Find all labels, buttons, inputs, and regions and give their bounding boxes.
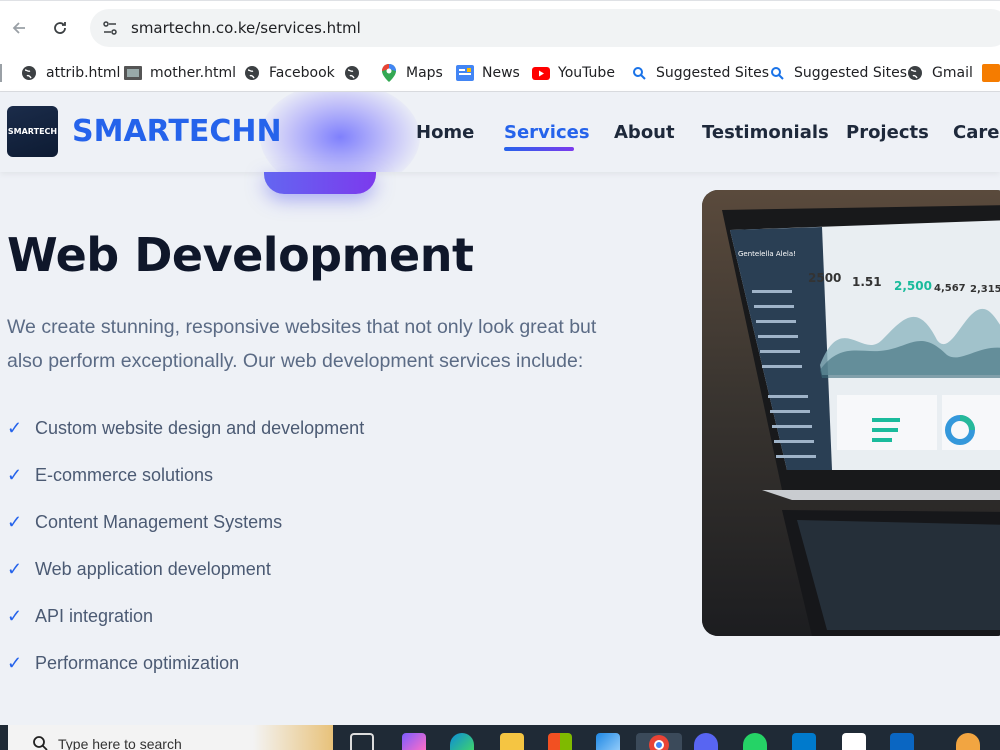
os-taskbar: Type here to search — [0, 725, 1000, 750]
search-icon — [33, 736, 48, 750]
bookmark-suggested-sites-1[interactable]: Suggested Sites — [630, 61, 769, 85]
nav-projects[interactable]: Projects — [846, 122, 929, 143]
bookmark-maps[interactable]: Maps — [380, 61, 443, 85]
bookmark-label: Suggested Sites — [794, 65, 908, 81]
decorative-glow — [260, 92, 420, 172]
bookmark-youtube[interactable]: YouTube — [532, 61, 615, 85]
checkmark-icon: ✓ — [7, 464, 23, 485]
copilot-icon[interactable] — [402, 733, 426, 750]
browser-toolbar: smartechn.co.ke/services.html — [0, 0, 1000, 54]
feature-item: ✓ Performance optimization — [7, 649, 239, 677]
vscode-icon[interactable] — [792, 733, 816, 750]
stat-value: 2500 — [808, 271, 841, 285]
bookmark-label: Suggested Sites — [656, 65, 770, 81]
file-explorer-icon[interactable] — [500, 733, 524, 750]
microsoft-store-icon[interactable] — [548, 733, 572, 750]
stat-value: 4,567 — [934, 283, 966, 294]
bookmark-label: Gmail — [932, 65, 973, 81]
bookmark-suggested-sites-2[interactable]: Suggested Sites — [768, 61, 907, 85]
checkmark-icon: ✓ — [7, 558, 23, 579]
task-view-icon[interactable] — [350, 733, 374, 750]
feature-text: API integration — [35, 605, 154, 626]
bookmarks-divider — [0, 64, 2, 82]
feature-item: ✓ API integration — [7, 602, 153, 630]
chrome-icon[interactable] — [636, 733, 682, 750]
checkmark-icon: ✓ — [7, 417, 23, 438]
whatsapp-icon[interactable] — [743, 733, 767, 750]
bookmark-attrib[interactable]: attrib.html — [20, 61, 120, 85]
bookmark-facebook[interactable]: Facebook — [243, 61, 335, 85]
capcut-icon[interactable] — [842, 733, 866, 750]
edge-icon[interactable] — [450, 733, 474, 750]
stat-value: 2,315 — [970, 284, 1000, 295]
discord-icon[interactable] — [694, 733, 718, 750]
brand-name[interactable]: SMARTECHN — [72, 114, 282, 149]
bookmark-globe[interactable] — [343, 61, 361, 85]
nav-testimonials[interactable]: Testimonials — [702, 122, 829, 143]
checkmark-icon: ✓ — [7, 652, 23, 673]
orange-app-icon — [982, 64, 1000, 82]
stat-value: 1.51 — [852, 275, 882, 289]
image-icon — [124, 64, 142, 82]
site-header: SMARTECH SMARTECHN Home Services About T… — [0, 92, 1000, 172]
bookmark-label: Facebook — [269, 65, 335, 81]
feature-text: Performance optimization — [35, 652, 240, 673]
feature-text: E-commerce solutions — [35, 464, 214, 485]
url-text: smartechn.co.ke/services.html — [131, 19, 361, 37]
dashboard-app-name: Gentelella Alela! — [738, 250, 796, 258]
address-bar[interactable]: smartechn.co.ke/services.html — [90, 9, 1000, 47]
news-icon — [456, 64, 474, 82]
globe-icon — [906, 64, 924, 82]
bookmark-overflow[interactable] — [982, 61, 1000, 85]
feature-item: ✓ Web application development — [7, 555, 271, 583]
bookmark-label: attrib.html — [46, 65, 121, 81]
feature-item: ✓ Custom website design and development — [7, 414, 364, 442]
page-title: Web Development — [7, 228, 474, 282]
maps-pin-icon — [380, 64, 398, 82]
taskbar-search-box[interactable]: Type here to search — [8, 725, 333, 750]
linkedin-icon[interactable] — [890, 733, 914, 750]
logo-text: SMARTECH — [7, 127, 58, 136]
weather-icon[interactable] — [956, 733, 980, 750]
back-arrow-icon[interactable] — [7, 16, 31, 40]
stat-value: 2,500 — [894, 279, 932, 293]
bookmark-label: mother.html — [150, 65, 236, 81]
site-logo[interactable]: SMARTECH — [7, 106, 58, 157]
site-info-icon[interactable] — [100, 18, 120, 38]
mail-icon[interactable] — [596, 733, 620, 750]
feature-text: Content Management Systems — [35, 511, 283, 532]
active-nav-indicator — [504, 147, 574, 151]
bookmark-gmail[interactable]: Gmail — [906, 61, 973, 85]
bookmark-label: YouTube — [558, 65, 615, 81]
nav-careers[interactable]: Caree — [953, 122, 1000, 143]
reload-icon[interactable] — [48, 16, 72, 40]
checkmark-icon: ✓ — [7, 605, 23, 626]
service-description: We create stunning, responsive websites … — [7, 316, 597, 372]
feature-text: Custom website design and development — [35, 417, 365, 438]
decorative-tab — [264, 172, 376, 194]
bookmarks-bar: attrib.html mother.html Facebook Maps Ne… — [0, 54, 1000, 92]
feature-item: ✓ Content Management Systems — [7, 508, 282, 536]
suggested-sites-icon — [630, 64, 648, 82]
laptop-dashboard-image: Gentelella Alela! 2500 1.51 2,500 4,567 … — [702, 190, 1000, 636]
taskbar-search-placeholder: Type here to search — [58, 736, 182, 750]
search-highlight-icon — [253, 725, 333, 750]
nav-services[interactable]: Services — [504, 122, 590, 143]
globe-icon — [20, 64, 38, 82]
feature-item: ✓ E-commerce solutions — [7, 461, 213, 489]
nav-home[interactable]: Home — [416, 122, 474, 143]
bookmark-mother[interactable]: mother.html — [124, 61, 236, 85]
nav-about[interactable]: About — [614, 122, 675, 143]
bookmark-news[interactable]: News — [456, 61, 520, 85]
suggested-sites-icon — [768, 64, 786, 82]
bookmark-label: Maps — [406, 65, 443, 81]
bookmark-label: News — [482, 65, 520, 81]
youtube-icon — [532, 64, 550, 82]
laptop-illustration: Gentelella Alela! 2500 1.51 2,500 4,567 … — [702, 190, 1000, 636]
checkmark-icon: ✓ — [7, 511, 23, 532]
feature-text: Web application development — [35, 558, 271, 579]
globe-icon — [343, 64, 361, 82]
globe-icon — [243, 64, 261, 82]
